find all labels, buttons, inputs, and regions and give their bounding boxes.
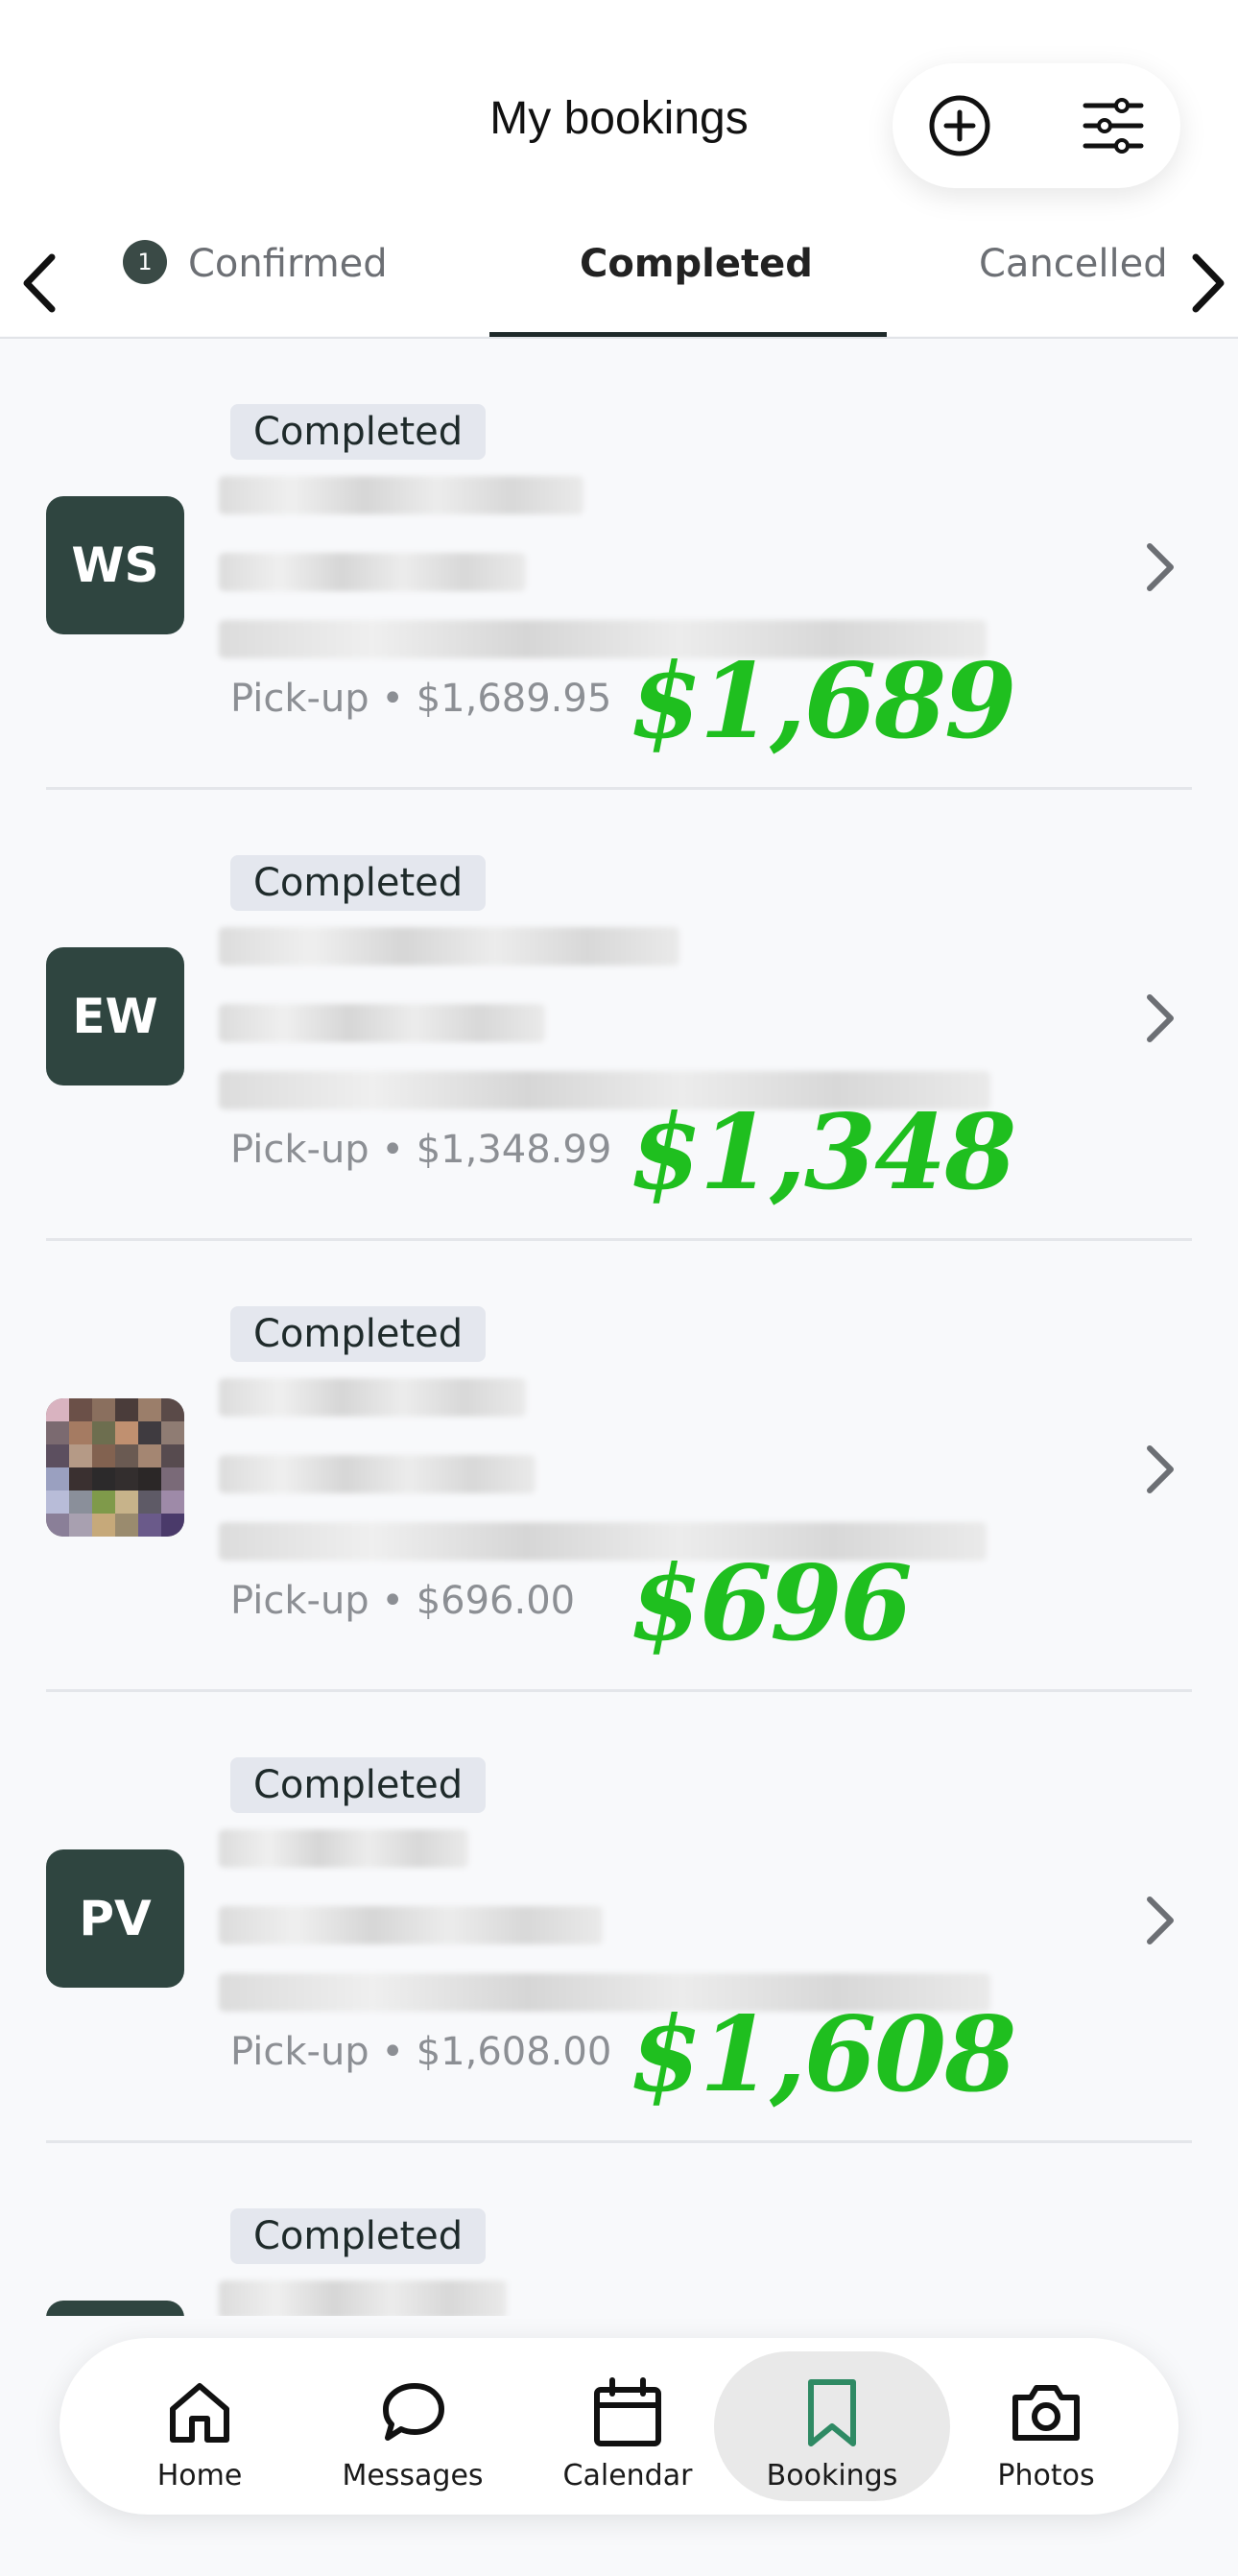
status-badge: Completed [230, 404, 487, 460]
price-annotation: $1,348 [630, 1092, 1016, 1213]
booking-card[interactable]: Completed [0, 2143, 1238, 2316]
bookings-list[interactable]: Completed WS Pick-up • $1,689.95 $1,689 … [0, 339, 1238, 2316]
open-booking-chevron[interactable] [1140, 991, 1178, 1045]
booking-meta: Pick-up • $1,689.95 [230, 677, 612, 721]
chevron-right-icon [1147, 994, 1174, 1042]
tab-count-badge: 1 [123, 240, 167, 284]
redacted-customer-name [219, 476, 583, 514]
price-annotation: $1,689 [630, 641, 1016, 762]
open-booking-chevron[interactable] [1140, 540, 1178, 594]
nav-bookings[interactable]: Bookings [726, 2338, 938, 2515]
tabs-scroll-left[interactable] [13, 250, 71, 317]
nav-photos[interactable]: Photos [940, 2338, 1152, 2515]
avatar: WS [46, 496, 184, 634]
booking-meta: Pick-up • $1,348.99 [230, 1128, 612, 1172]
chat-bubble-icon [383, 2383, 444, 2441]
nav-calendar[interactable]: Calendar [522, 2338, 733, 2515]
plus-circle-icon [929, 95, 990, 156]
tab-label: Completed [580, 242, 813, 286]
redacted-customer-name [219, 2280, 507, 2316]
booking-meta: Pick-up • $1,608.00 [230, 2030, 612, 2074]
redacted-customer-name [219, 1378, 526, 1417]
redacted-date [219, 553, 526, 591]
redacted-date [219, 1455, 536, 1493]
nav-label: Photos [997, 2459, 1095, 2493]
tabs-scroll-right[interactable] [1177, 250, 1234, 317]
price-annotation: $696 [630, 1543, 913, 1664]
bookmark-icon [808, 2379, 856, 2446]
sliders-icon [1083, 98, 1144, 154]
status-badge: Completed [230, 855, 487, 911]
chevron-right-icon [1147, 1445, 1174, 1493]
header: My bookings 1 Confirmed Completed Cancel… [0, 0, 1238, 339]
booking-card[interactable]: Completed WS Pick-up • $1,689.95 $1,689 [0, 339, 1238, 790]
avatar: PV [46, 1849, 184, 1988]
nav-label: Home [156, 2459, 243, 2493]
header-actions [893, 63, 1180, 188]
redacted-date [219, 1906, 603, 1944]
booking-meta: Pick-up • $696.00 [230, 1579, 576, 1623]
tab-label: Confirmed [188, 242, 388, 286]
nav-label: Messages [342, 2459, 484, 2493]
bottom-navigation: Home Messages Calendar Bookings Photos [60, 2338, 1178, 2515]
camera-icon [1012, 2385, 1080, 2441]
booking-card[interactable]: Completed [0, 1241, 1238, 1692]
chevron-right-icon [1147, 1896, 1174, 1944]
status-badge: Completed [230, 1306, 487, 1362]
avatar [46, 2301, 184, 2316]
nav-label: Calendar [562, 2459, 693, 2493]
tab-label: Cancelled [979, 242, 1168, 286]
redacted-date [219, 1004, 545, 1042]
redacted-customer-name [219, 927, 679, 966]
redacted-customer-name [219, 1829, 468, 1868]
open-booking-chevron[interactable] [1140, 1894, 1178, 1947]
chevron-right-icon [1147, 543, 1174, 591]
open-booking-chevron[interactable] [1140, 1443, 1178, 1496]
home-icon [170, 2383, 229, 2443]
status-badge: Completed [230, 2208, 487, 2264]
booking-card[interactable]: Completed PV Pick-up • $1,608.00 $1,608 [0, 1692, 1238, 2143]
nav-home[interactable]: Home [94, 2338, 305, 2515]
booking-card[interactable]: Completed EW Pick-up • $1,348.99 $1,348 [0, 790, 1238, 1241]
add-booking-button[interactable] [926, 92, 993, 159]
chevron-right-icon [1192, 253, 1225, 313]
nav-label: Bookings [766, 2459, 898, 2493]
filter-button[interactable] [1080, 92, 1147, 159]
calendar-icon [594, 2377, 661, 2446]
tab-cancelled[interactable]: Cancelled [979, 242, 1168, 286]
tab-completed[interactable]: Completed [580, 242, 813, 286]
avatar: EW [46, 947, 184, 1085]
status-badge: Completed [230, 1757, 487, 1813]
avatar [46, 1398, 184, 1537]
nav-messages[interactable]: Messages [307, 2338, 518, 2515]
status-tabs: 1 Confirmed Completed Cancelled [0, 221, 1238, 338]
price-annotation: $1,608 [630, 1994, 1016, 2115]
tab-confirmed[interactable]: 1 Confirmed [123, 240, 388, 288]
chevron-left-icon [23, 253, 56, 313]
